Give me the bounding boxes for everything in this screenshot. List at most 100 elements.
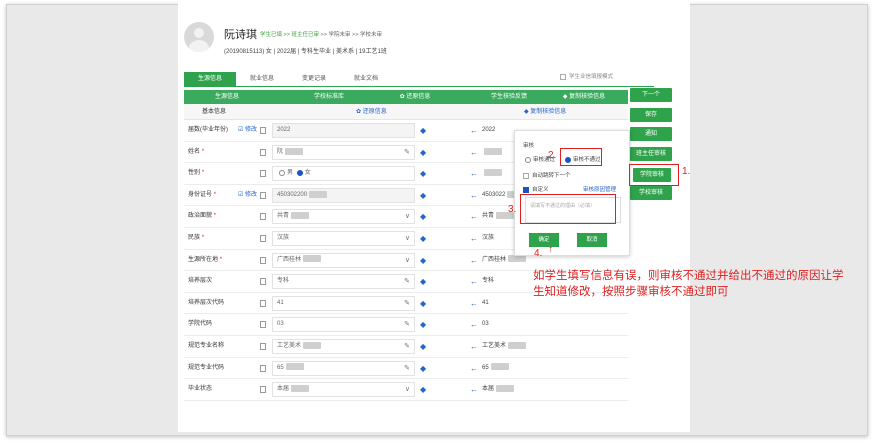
reason-manage-link[interactable]: 审核原因管理 <box>583 185 616 193</box>
copy-icon[interactable]: ◆ <box>420 228 426 249</box>
check-mode-toggle[interactable]: 学生业信填报模式 <box>560 72 613 80</box>
document-icon[interactable] <box>260 234 266 242</box>
copy-icon[interactable]: ◆ <box>420 293 426 314</box>
head-teacher-review-button[interactable]: 班主任审核 <box>630 147 672 161</box>
field-action-icon[interactable]: ∨ <box>405 383 410 396</box>
next-button[interactable]: 下一个 <box>630 88 672 102</box>
confirm-button[interactable]: 确定 <box>529 233 559 247</box>
document-icon[interactable] <box>260 299 266 307</box>
checkbox-checked-icon[interactable] <box>523 186 529 193</box>
sub-restore-link[interactable]: ✿ 还原信息 <box>356 104 387 120</box>
edit-link[interactable]: ☑ 修改 <box>238 120 257 141</box>
school-review-button[interactable]: 学校审核 <box>630 186 672 200</box>
highlight-fail-option <box>560 148 602 166</box>
value-field[interactable]: 汉族 ∨ <box>272 230 415 246</box>
document-icon[interactable] <box>260 364 266 372</box>
copy-icon[interactable]: ◆ <box>420 314 426 335</box>
value-field[interactable]: 共青 ∨ <box>272 209 415 225</box>
document-icon[interactable] <box>260 256 266 264</box>
gender-field[interactable]: 男 女 <box>272 166 415 182</box>
value-field[interactable]: 03 ✎ <box>272 317 415 333</box>
document-icon[interactable] <box>260 342 266 350</box>
save-button[interactable]: 保存 <box>630 108 672 122</box>
document-icon[interactable] <box>260 278 266 286</box>
arrow-left-icon[interactable]: ← <box>470 120 478 141</box>
custom-checkbox[interactable]: 自定义 <box>523 185 549 193</box>
arrow-left-icon[interactable]: ← <box>470 206 478 227</box>
copy-icon[interactable]: ◆ <box>420 120 426 141</box>
document-icon[interactable] <box>260 386 266 394</box>
check-mode-label: 学生业信填报模式 <box>569 74 614 80</box>
field-action-icon[interactable]: ✎ <box>404 297 410 310</box>
field-action-icon[interactable]: ✎ <box>404 146 410 159</box>
radio-selected-icon[interactable] <box>296 169 303 176</box>
copy-icon[interactable]: ◆ <box>420 163 426 184</box>
copy-icon[interactable]: ◆ <box>420 206 426 227</box>
arrow-left-icon[interactable]: ← <box>470 379 478 400</box>
value-field[interactable]: 阮 ✎ <box>272 144 415 160</box>
arrow-left-icon[interactable]: ← <box>470 142 478 163</box>
tab-item[interactable]: 生源信息 <box>184 72 237 86</box>
copy-icon[interactable]: ◆ <box>420 358 426 379</box>
field-action-icon[interactable]: ✎ <box>404 275 410 288</box>
feedback-value: 41 <box>482 299 489 306</box>
arrow-left-icon[interactable]: ← <box>470 293 478 314</box>
edit-link[interactable]: ☑ 修改 <box>238 185 257 206</box>
arrow-left-icon[interactable]: ← <box>470 163 478 184</box>
cancel-button[interactable]: 取消 <box>577 233 607 247</box>
copy-icon[interactable]: ◆ <box>420 336 426 357</box>
copy-icon[interactable]: ◆ <box>420 271 426 292</box>
feedback-value: 本届 <box>482 379 515 400</box>
breadcrumb-active[interactable]: 学生已填 >> 班主任已审 <box>260 32 319 38</box>
field-action-icon[interactable]: ✎ <box>404 318 410 331</box>
checkbox-icon[interactable] <box>523 172 529 179</box>
notify-button[interactable]: 通知 <box>630 127 672 141</box>
value-field[interactable]: 本届 ∨ <box>272 382 415 398</box>
value-field[interactable]: 2022 <box>272 123 415 138</box>
arrow-left-icon[interactable]: ← <box>470 228 478 249</box>
checkbox-icon[interactable] <box>560 73 566 80</box>
value-field[interactable]: 41 ✎ <box>272 295 415 311</box>
value-field[interactable]: 工艺美术 ✎ <box>272 338 415 354</box>
document-icon[interactable] <box>260 127 266 134</box>
tab-item[interactable]: 变更记录 <box>288 72 340 86</box>
annotation-step1: 1. <box>682 166 691 177</box>
document-icon[interactable] <box>260 148 266 156</box>
value-field[interactable]: 专科 ✎ <box>272 274 415 290</box>
field-action-icon[interactable]: ∨ <box>405 232 410 245</box>
arrow-left-icon[interactable]: ← <box>470 250 478 271</box>
field-action-icon[interactable]: ∨ <box>405 254 410 267</box>
tab-item[interactable]: 就业文档 <box>340 72 392 86</box>
document-icon[interactable] <box>260 213 266 221</box>
tab-item[interactable]: 就业信息 <box>236 72 288 86</box>
header-restore-button[interactable]: ✿ 还原信息 <box>380 90 450 104</box>
document-icon[interactable] <box>260 191 266 199</box>
copy-icon[interactable]: ◆ <box>420 250 426 271</box>
value-field[interactable]: 450302200 <box>272 187 415 203</box>
auto-next-checkbox[interactable]: 自动跳转下一个 <box>523 171 571 179</box>
header-copy-button[interactable]: ◆ 复制核验信息 <box>542 90 626 104</box>
copy-icon[interactable]: ◆ <box>420 142 426 163</box>
value-field[interactable]: 广西桂林 ∨ <box>272 252 415 268</box>
field-action-icon[interactable]: ✎ <box>404 340 410 353</box>
radio-icon[interactable] <box>525 156 531 163</box>
arrow-left-icon[interactable]: ← <box>470 185 478 206</box>
copy-icon[interactable]: ◆ <box>420 379 426 400</box>
arrow-left-icon[interactable]: ← <box>470 358 478 379</box>
radio-icon[interactable] <box>279 169 285 176</box>
sub-copy-link[interactable]: ◆ 复制核验信息 <box>524 104 566 120</box>
arrow-left-icon[interactable]: ← <box>470 271 478 292</box>
document-icon[interactable] <box>260 170 266 178</box>
value-field[interactable]: 65 ✎ <box>272 360 415 376</box>
arrow-left-icon[interactable]: ← <box>470 314 478 335</box>
copy-icon[interactable]: ◆ <box>420 185 426 206</box>
redacted-block <box>508 255 527 263</box>
feedback-value: 65 <box>482 358 509 379</box>
redacted-block <box>303 255 322 263</box>
document-icon[interactable] <box>260 321 266 329</box>
breadcrumb-rest: >> 学院未审 >> 学校未审 <box>318 32 382 38</box>
field-action-icon[interactable]: ✎ <box>404 362 410 375</box>
arrow-left-icon[interactable]: ← <box>470 336 478 357</box>
redacted-block <box>285 363 304 371</box>
field-action-icon[interactable]: ∨ <box>405 210 410 223</box>
